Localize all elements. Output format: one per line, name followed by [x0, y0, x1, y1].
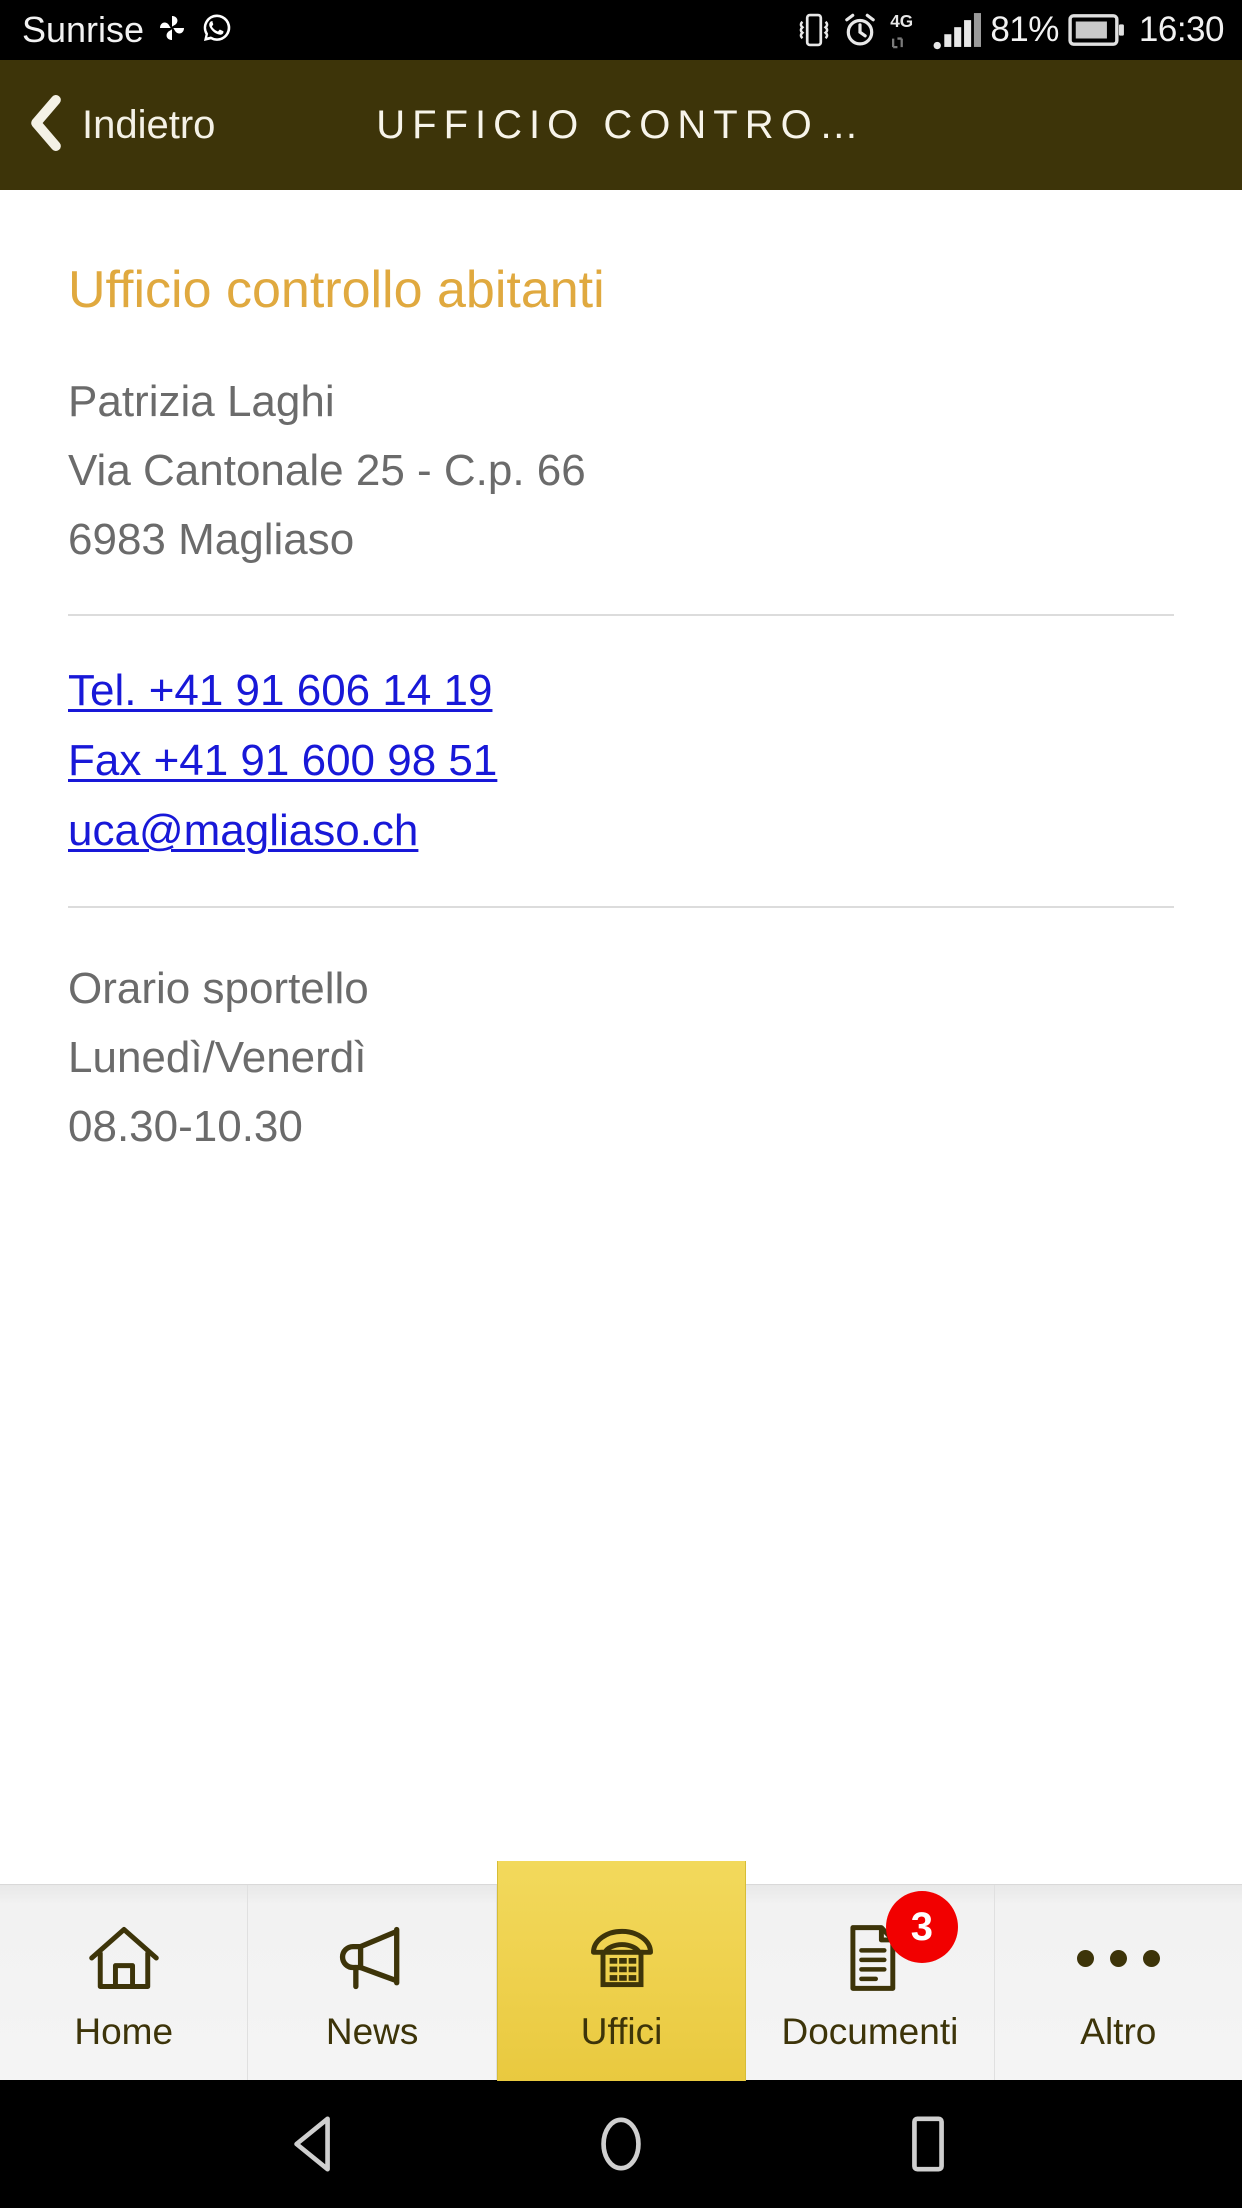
android-navigation-bar [0, 2080, 1242, 2208]
carrier-label: Sunrise [22, 9, 145, 50]
phone-link[interactable]: Tel. +41 91 606 14 19 [68, 656, 492, 726]
bottom-tab-bar: Home News Uffici 3 Documenti Altro [0, 1861, 1242, 2081]
divider [68, 614, 1174, 617]
navigation-bar: Indietro UFFICIO CONTRO… [0, 60, 1242, 190]
hours-time: 08.30-10.30 [68, 1102, 303, 1152]
office-title: Ufficio controllo abitanti [68, 261, 605, 319]
signal-bars-icon [933, 10, 982, 50]
back-button-label: Indietro [82, 102, 216, 147]
tab-home[interactable]: Home [0, 1885, 249, 2080]
status-bar-right: 4G 81% 16:30 [796, 10, 1225, 50]
hours-days: Lunedì/Venerdì [68, 1033, 367, 1083]
whatsapp-icon [200, 11, 234, 50]
pinwheel-icon [156, 12, 188, 49]
tab-uffici[interactable]: Uffici [496, 1861, 747, 2081]
home-icon [86, 1919, 162, 1997]
tab-documenti[interactable]: 3 Documenti [746, 1885, 995, 2080]
back-button[interactable]: Indietro [0, 94, 216, 156]
tab-label: Home [74, 2011, 174, 2052]
tab-label: Altro [1080, 2011, 1157, 2052]
back-triangle-icon[interactable] [284, 2113, 344, 2175]
main-content: Ufficio controllo abitanti Patrizia Lagh… [0, 190, 1242, 1884]
tab-label: News [325, 2011, 419, 2052]
address-block: Patrizia Laghi Via Cantonale 25 - C.p. 6… [68, 367, 1174, 574]
divider [68, 906, 1174, 909]
hours-heading: Orario sportello [68, 964, 369, 1014]
tab-altro[interactable]: Altro [995, 1885, 1242, 2080]
clock-label: 16:30 [1138, 10, 1225, 49]
tab-label: Uffici [580, 2011, 663, 2052]
telephone-icon [584, 1919, 660, 1997]
address-line: Via Cantonale 25 - C.p. 66 [68, 446, 586, 496]
fax-link[interactable]: Fax +41 91 600 98 51 [68, 726, 497, 796]
tab-news[interactable]: News [248, 1885, 497, 2080]
recents-square-icon[interactable] [898, 2113, 958, 2175]
opening-hours-block: Orario sportello Lunedì/Venerdì 08.30-10… [68, 954, 1174, 1161]
ellipsis-icon [1076, 1919, 1160, 1997]
tab-label: Documenti [781, 2011, 959, 2052]
vibrate-icon [796, 11, 832, 49]
alarm-icon [841, 11, 879, 49]
chevron-left-icon [26, 94, 66, 156]
battery-icon [1068, 13, 1126, 47]
home-circle-icon[interactable] [591, 2113, 651, 2175]
status-bar-left: Sunrise [22, 9, 234, 51]
address-line: 6983 Magliaso [68, 515, 355, 565]
svg-text:4G: 4G [891, 11, 914, 31]
contact-links-block: Tel. +41 91 606 14 19 Fax +41 91 600 98 … [68, 656, 1174, 866]
documents-badge: 3 [885, 1891, 958, 1963]
status-bar: Sunrise 4G 81% 16:30 [0, 0, 1242, 60]
megaphone-icon [334, 1919, 410, 1997]
address-line: Patrizia Laghi [68, 377, 335, 427]
battery-percent-label: 81% [990, 10, 1059, 49]
signal-4g-icon: 4G [888, 10, 924, 50]
phone-screen: Sunrise 4G 81% 16:30 Indietro UFFICIO CO… [0, 0, 1242, 2208]
email-link[interactable]: uca@magliaso.ch [68, 796, 418, 866]
